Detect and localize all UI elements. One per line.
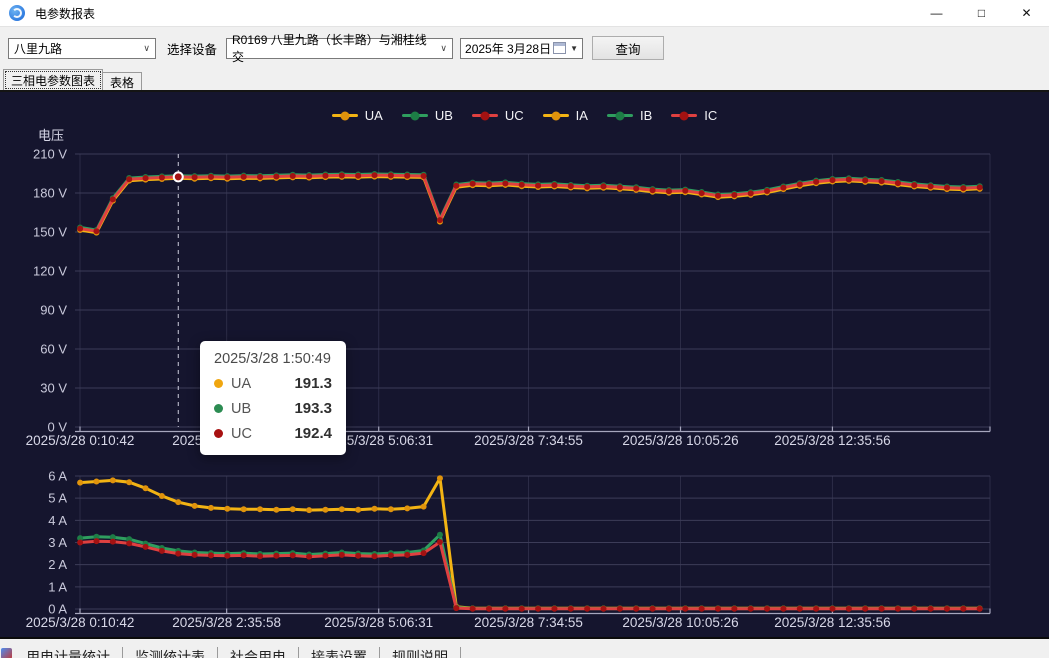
minimize-button[interactable]: — [914,0,959,26]
tooltip-series-label: UA [231,376,251,392]
tooltip-dot-icon [214,429,223,438]
tooltip-row-ua: UA 191.3 [214,375,332,392]
legend-label: IA [576,108,588,123]
legend-label: IC [704,108,717,123]
bottom-strip: 用电计量统计监测统计表社会用电接表设置规则说明 [0,637,1049,658]
legend-dot-icon [551,111,560,120]
legend-line-icon [607,114,633,117]
app-icon [9,5,25,21]
calendar-icon [553,42,566,54]
svg-text:2025/3/28 12:35:56: 2025/3/28 12:35:56 [774,433,890,448]
tab-three-phase-chart[interactable]: 三相电参数图表 [3,69,103,91]
tooltip-series-label: UC [231,426,252,442]
legend-item-ia[interactable]: IA [543,108,588,123]
legend-line-icon [332,114,358,117]
tooltip-series-value: 192.4 [294,425,332,442]
tab-table[interactable]: 表格 [103,72,142,91]
voltage-axis-title: 电压 [38,125,64,144]
device-select[interactable]: R0169 八里九路（长丰路）与湘桂线交 ∨ [226,38,453,59]
svg-text:2025/3/28 10:05:26: 2025/3/28 10:05:26 [622,433,738,448]
window-controls: — □ ✕ [914,0,1049,26]
date-picker-value: 2025年 3月28日 [465,40,551,57]
svg-text:4 A: 4 A [48,513,67,528]
svg-text:6 A: 6 A [48,469,67,484]
bottom-tab[interactable]: 用电计量统计 [14,647,123,658]
legend-label: UC [505,108,524,123]
app-window: 电参数报表 — □ ✕ 八里九路 ∨ 选择设备 R0169 八里九路（长丰路）与… [0,0,1049,658]
chevron-down-icon: ∨ [139,43,150,54]
tooltip-dot-icon [214,379,223,388]
svg-text:60 V: 60 V [40,342,67,357]
legend-dot-icon [410,111,419,120]
station-select[interactable]: 八里九路 ∨ [8,38,156,59]
svg-text:3 A: 3 A [48,535,67,550]
legend-item-ub[interactable]: UB [402,108,453,123]
svg-text:2025/3/28 0:10:42: 2025/3/28 0:10:42 [26,615,135,630]
svg-text:2025/3/28 10:05:26: 2025/3/28 10:05:26 [622,615,738,630]
legend-label: UA [365,108,383,123]
toolbar: 八里九路 ∨ 选择设备 R0169 八里九路（长丰路）与湘桂线交 ∨ 2025年… [0,26,1049,69]
svg-text:2025/3/28 2:35:58: 2025/3/28 2:35:58 [172,615,281,630]
tooltip-dot-icon [214,404,223,413]
tooltip-row-ub: UB 193.3 [214,400,332,417]
bottom-tab[interactable]: 社会用电 [218,647,299,658]
svg-text:2025/3/28 0:10:42: 2025/3/28 0:10:42 [26,433,135,448]
tooltip-series-value: 193.3 [294,400,332,417]
date-picker[interactable]: 2025年 3月28日 ▼ [460,38,583,59]
device-label: 选择设备 [167,39,217,58]
legend-line-icon [472,114,498,117]
legend-line-icon [671,114,697,117]
tooltip-timestamp: 2025/3/28 1:50:49 [214,351,332,367]
legend-item-ua[interactable]: UA [332,108,383,123]
chart-panel: UA UB UC IA IB IC 电压 210 V 180 V 150 V 120 V 90 V… [0,90,1049,639]
svg-text:90 V: 90 V [40,303,67,318]
voltage-current-chart[interactable]: 210 V180 V150 V120 V90 V60 V30 V0 V2025/… [0,92,1049,639]
bottom-strip-icon [1,648,12,658]
legend-line-icon [543,114,569,117]
legend-label: UB [435,108,453,123]
tooltip-series-value: 191.3 [294,375,332,392]
titlebar: 电参数报表 — □ ✕ [0,0,1049,26]
legend-item-ic[interactable]: IC [671,108,717,123]
bottom-tab[interactable]: 监测统计表 [123,647,218,658]
tab-strip: 三相电参数图表 表格 [0,69,1049,91]
device-select-value: R0169 八里九路（长丰路）与湘桂线交 [232,31,436,65]
window-title: 电参数报表 [35,5,95,22]
svg-text:30 V: 30 V [40,381,67,396]
dropdown-arrow-icon: ▼ [570,44,578,53]
svg-text:180 V: 180 V [33,186,67,201]
bottom-tab[interactable]: 接表设置 [299,647,380,658]
legend-line-icon [402,114,428,117]
maximize-button[interactable]: □ [959,0,1004,26]
tooltip-row-uc: UC 192.4 [214,425,332,442]
svg-text:210 V: 210 V [33,147,67,162]
bottom-clipped-tabs: 用电计量统计监测统计表社会用电接表设置规则说明 [14,647,461,658]
legend-item-uc[interactable]: UC [472,108,524,123]
svg-text:2025/3/28 12:35:56: 2025/3/28 12:35:56 [774,615,890,630]
svg-text:5 A: 5 A [48,491,67,506]
legend-dot-icon [680,111,689,120]
chart-legend: UA UB UC IA IB IC [0,108,1049,123]
svg-text:1 A: 1 A [48,579,67,594]
svg-text:2025/3/28 7:34:55: 2025/3/28 7:34:55 [474,615,583,630]
legend-dot-icon [480,111,489,120]
chevron-down-icon: ∨ [436,43,447,54]
legend-dot-icon [615,111,624,120]
close-button[interactable]: ✕ [1004,0,1049,26]
svg-text:2025/3/28 5:06:31: 2025/3/28 5:06:31 [324,615,433,630]
legend-dot-icon [340,111,349,120]
svg-text:2025/3/28 7:34:55: 2025/3/28 7:34:55 [474,433,583,448]
chart-tooltip: 2025/3/28 1:50:49 UA 191.3 UB 193.3 UC 192.4 [200,341,346,455]
svg-text:150 V: 150 V [33,225,67,240]
legend-item-ib[interactable]: IB [607,108,652,123]
svg-text:2 A: 2 A [48,557,67,572]
legend-label: IB [640,108,652,123]
svg-text:120 V: 120 V [33,264,67,279]
tooltip-series-label: UB [231,401,251,417]
tooltip-rows: UA 191.3 UB 193.3 UC 192.4 [214,375,332,442]
bottom-tab[interactable]: 规则说明 [380,647,461,658]
station-select-value: 八里九路 [14,40,62,57]
query-button[interactable]: 查询 [592,36,664,60]
